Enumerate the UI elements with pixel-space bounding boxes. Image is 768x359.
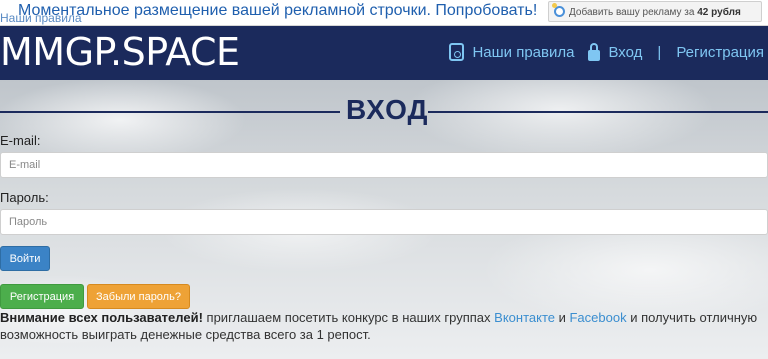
nav-login-link[interactable]: Вход [574,42,643,61]
password-field[interactable] [0,209,768,235]
site-header: MMGP.SPACE Наши правила Вход | Регистрац… [0,26,768,80]
facebook-link[interactable]: Facebook [569,310,626,325]
ad-buy-price: 42 рубля [697,7,741,18]
title-divider-right [428,111,768,113]
title-divider-left [0,111,340,113]
nav-rules-link[interactable]: Наши правила [449,43,574,61]
ad-icon [552,3,565,17]
ad-bar: Наши правила Моментальное размещение ваш… [0,0,768,26]
forgot-password-button[interactable]: Забыли пароль? [87,284,190,309]
nav-separator: | [657,43,662,61]
page-title: ВХОД [346,94,429,125]
notice-text-1: приглашаем посетить конкурс в наших груп… [202,310,495,325]
vk-link[interactable]: Вконтакте [494,310,555,325]
rules-icon [449,43,465,61]
notice-bold: Внимание всех пользавателей! [0,310,203,325]
email-field[interactable] [0,152,768,178]
ad-link[interactable]: Моментальное размещение вашей рекламной … [18,2,537,20]
nav-rules-label: Наши правила [472,43,575,61]
password-label: Пароль: [0,190,49,205]
add-ad-button[interactable]: Добавить вашу рекламу за 42 рубля [548,1,762,22]
notice-and: и [554,310,570,325]
login-button[interactable]: Войти [0,246,50,271]
nav-register-link[interactable]: Регистрация [676,44,764,61]
contest-notice: Внимание всех пользавателей! приглашаем … [0,309,760,343]
site-logo[interactable]: MMGP.SPACE [0,30,240,74]
register-button[interactable]: Регистрация [0,284,84,309]
lock-icon [588,42,601,61]
nav-login-label: Вход [608,43,643,61]
email-label: E-mail: [0,133,41,148]
header-nav: Наши правила Вход | Регистрация [449,42,764,61]
login-title-row: ВХОД [0,94,768,130]
ad-buy-prefix: Добавить вашу рекламу за [569,7,695,18]
